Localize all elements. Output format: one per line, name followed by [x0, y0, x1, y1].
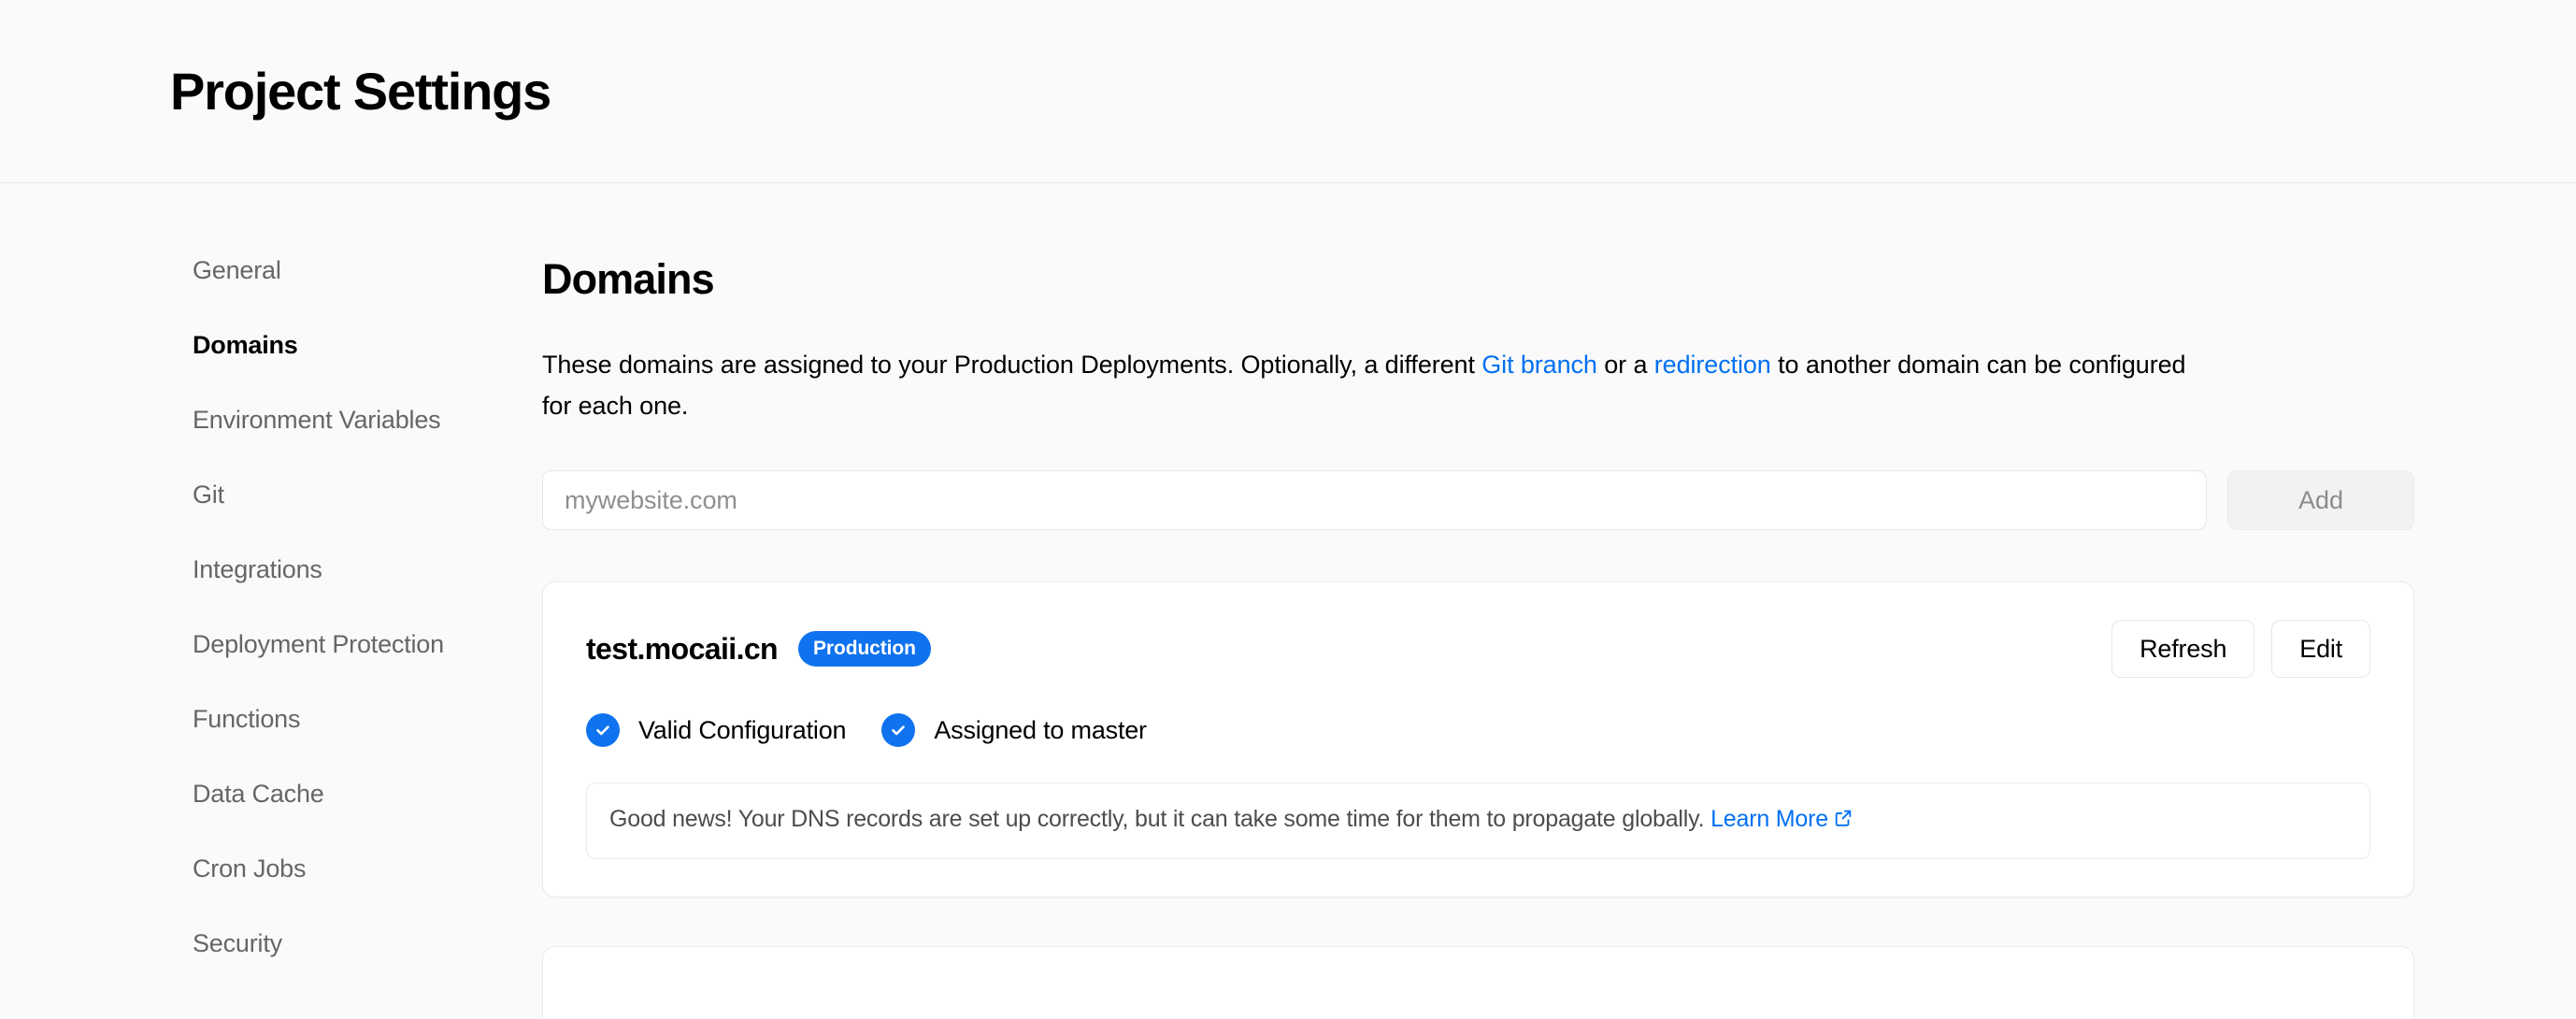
main-content: Domains These domains are assigned to yo… — [542, 258, 2576, 1019]
sidebar-item-cron-jobs[interactable]: Cron Jobs — [193, 856, 542, 882]
page-body: General Domains Environment Variables Gi… — [0, 183, 2576, 1019]
sidebar-item-security[interactable]: Security — [193, 931, 542, 956]
add-domain-button[interactable]: Add — [2227, 470, 2414, 531]
production-badge: Production — [798, 631, 931, 667]
status-assigned-to-master: Assigned to master — [881, 713, 1147, 748]
status-label-valid-configuration: Valid Configuration — [638, 715, 847, 744]
status-label-assigned-to-master: Assigned to master — [934, 715, 1147, 744]
sidebar-item-integrations[interactable]: Integrations — [193, 557, 542, 582]
page-title: Project Settings — [170, 61, 551, 121]
git-branch-link[interactable]: Git branch — [1481, 351, 1597, 379]
domain-card-next — [542, 946, 2414, 1019]
refresh-button[interactable]: Refresh — [2111, 620, 2255, 679]
domain-status-row: Valid Configuration Assigned to master — [586, 713, 2370, 748]
add-domain-row: Add — [542, 470, 2414, 531]
domain-card: test.mocaii.cn Production Refresh Edit V… — [542, 581, 2414, 898]
description-part-2: or a — [1596, 351, 1654, 379]
sidebar-item-environment-variables[interactable]: Environment Variables — [193, 408, 542, 433]
sidebar-item-deployment-protection[interactable]: Deployment Protection — [193, 632, 542, 657]
sidebar-item-general[interactable]: General — [193, 258, 542, 283]
domain-card-header: test.mocaii.cn Production Refresh Edit — [586, 620, 2370, 679]
external-link-icon — [1833, 806, 1853, 838]
sidebar-item-data-cache[interactable]: Data Cache — [193, 782, 542, 807]
redirection-link[interactable]: redirection — [1654, 351, 1771, 379]
sidebar-item-domains[interactable]: Domains — [193, 333, 542, 358]
domain-input[interactable] — [542, 470, 2207, 531]
sidebar-item-git[interactable]: Git — [193, 482, 542, 508]
section-title: Domains — [542, 255, 715, 303]
dns-notice-text: Good news! Your DNS records are set up c… — [609, 806, 1711, 833]
learn-more-link[interactable]: Learn More — [1710, 806, 1828, 832]
page-header: Project Settings — [0, 0, 2576, 183]
domain-name: test.mocaii.cn — [586, 632, 779, 667]
dns-notice: Good news! Your DNS records are set up c… — [586, 782, 2370, 860]
settings-sidebar: General Domains Environment Variables Gi… — [0, 258, 542, 1006]
description-part-1: These domains are assigned to your Produ… — [542, 351, 1482, 379]
status-valid-configuration: Valid Configuration — [586, 713, 847, 748]
check-circle-icon — [881, 713, 916, 748]
check-circle-icon — [586, 713, 620, 748]
section-description: These domains are assigned to your Produ… — [542, 345, 2215, 426]
sidebar-item-functions[interactable]: Functions — [193, 707, 542, 732]
domain-card-actions: Refresh Edit — [2111, 620, 2370, 679]
edit-button[interactable]: Edit — [2271, 620, 2370, 679]
domain-title-group: test.mocaii.cn Production — [586, 631, 931, 667]
